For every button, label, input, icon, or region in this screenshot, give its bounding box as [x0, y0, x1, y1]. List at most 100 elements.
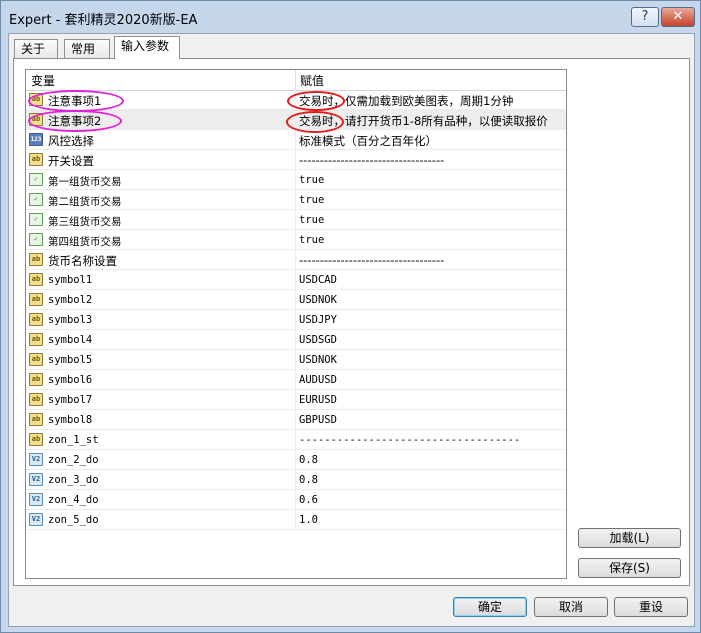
table-row[interactable]: V2 zon_4_do 0.6 — [26, 490, 566, 510]
variable-value[interactable]: USDCAD — [299, 274, 337, 286]
bool-icon: ✓ — [29, 193, 43, 206]
tab-common[interactable]: 常用 — [64, 39, 110, 58]
table-header: 变量 赋值 — [26, 70, 566, 91]
variable-name: zon_1_st — [48, 434, 99, 446]
variable-name: symbol6 — [48, 374, 93, 386]
string-icon: ab — [29, 273, 43, 286]
variable-name: symbol5 — [48, 354, 93, 366]
tab-inputs[interactable]: 输入参数 — [114, 36, 180, 59]
table-row[interactable]: ab 开关设置 ----------------------------------… — [26, 150, 566, 170]
variable-value[interactable]: AUDUSD — [299, 374, 337, 386]
variable-name: zon_4_do — [48, 494, 99, 506]
table-row[interactable]: ab symbol1 USDCAD — [26, 270, 566, 290]
bool-icon: ✓ — [29, 173, 43, 186]
variable-value[interactable]: true — [299, 234, 324, 246]
ok-button[interactable]: 确定 — [453, 597, 527, 617]
variable-name: symbol1 — [48, 274, 93, 286]
window-title: Expert - 套利精灵2020新版-EA — [9, 13, 198, 28]
variable-name: symbol3 — [48, 314, 93, 326]
table-row[interactable]: ✓ 第三组货币交易 true — [26, 210, 566, 230]
load-button[interactable]: 加载(L) — [578, 528, 681, 548]
close-button[interactable]: ✕ — [661, 7, 695, 27]
variable-value[interactable]: USDNOK — [299, 294, 337, 306]
table-row[interactable]: V2 zon_2_do 0.8 — [26, 450, 566, 470]
table-row[interactable]: V2 zon_5_do 1.0 — [26, 510, 566, 530]
variable-value[interactable]: ----------------------------------- — [299, 253, 444, 267]
variable-name: 货币名称设置 — [48, 254, 117, 268]
table-row[interactable]: ab symbol4 USDSGD — [26, 330, 566, 350]
cancel-button[interactable]: 取消 — [534, 597, 608, 617]
help-button[interactable]: ? — [631, 7, 659, 27]
variable-value[interactable]: ----------------------------------- — [299, 153, 444, 167]
annotation-circle-2 — [28, 110, 122, 132]
string-icon: ab — [29, 253, 43, 266]
integer-icon: 123 — [29, 133, 43, 146]
variable-value[interactable]: USDJPY — [299, 314, 337, 326]
string-icon: ab — [29, 333, 43, 346]
variable-name: 第二组货币交易 — [48, 196, 122, 208]
dialog-client: 关于 常用 输入参数 变量 赋值 ab 注意事项1 交易时，仅需加载到欧美图表，周期… — [8, 33, 695, 627]
variable-value[interactable]: EURUSD — [299, 394, 337, 406]
table-row[interactable]: 123 风控选择 标准模式（百分之百年化） — [26, 130, 566, 150]
variable-name: 第四组货币交易 — [48, 236, 122, 248]
variable-value[interactable]: 标准模式（百分之百年化） — [299, 133, 437, 149]
variable-value[interactable]: USDSGD — [299, 334, 337, 346]
inputs-panel: 变量 赋值 ab 注意事项1 交易时，仅需加载到欧美图表，周期1分钟 ab 注意事项2 交… — [13, 58, 690, 586]
variable-name: symbol7 — [48, 394, 93, 406]
variable-name: zon_5_do — [48, 514, 99, 526]
annotation-circle-1 — [28, 90, 124, 112]
save-button[interactable]: 保存(S) — [578, 558, 681, 578]
variable-name: symbol2 — [48, 294, 93, 306]
table-row[interactable]: ✓ 第一组货币交易 true — [26, 170, 566, 190]
variable-name: symbol8 — [48, 414, 93, 426]
reset-button[interactable]: 重设 — [614, 597, 688, 617]
variable-name: 开关设置 — [48, 154, 94, 168]
table-row[interactable]: V2 zon_3_do 0.8 — [26, 470, 566, 490]
table-row[interactable]: ab symbol7 EURUSD — [26, 390, 566, 410]
table-row[interactable]: ✓ 第四组货币交易 true — [26, 230, 566, 250]
string-icon: ab — [29, 353, 43, 366]
string-icon: ab — [29, 393, 43, 406]
variable-name: zon_3_do — [48, 474, 99, 486]
double-icon: V2 — [29, 513, 43, 526]
variable-name: 第一组货币交易 — [48, 176, 122, 188]
string-icon: ab — [29, 313, 43, 326]
table-row[interactable]: ✓ 第二组货币交易 true — [26, 190, 566, 210]
double-icon: V2 — [29, 473, 43, 486]
double-icon: V2 — [29, 453, 43, 466]
annotation-circle-4 — [286, 111, 344, 133]
title-bar[interactable]: Expert - 套利精灵2020新版-EA ? ✕ — [1, 1, 700, 35]
bool-icon: ✓ — [29, 213, 43, 226]
variable-name: 第三组货币交易 — [48, 216, 122, 228]
table-row[interactable]: ab zon_1_st ------------------------------… — [26, 430, 566, 450]
variable-value[interactable]: true — [299, 194, 324, 206]
expert-dialog: Expert - 套利精灵2020新版-EA ? ✕ 关于 常用 输入参数 变量… — [0, 0, 701, 633]
variable-value[interactable]: GBPUSD — [299, 414, 337, 426]
variable-value[interactable]: 0.8 — [299, 474, 318, 486]
variable-value[interactable]: USDNOK — [299, 354, 337, 366]
string-icon: ab — [29, 373, 43, 386]
header-value[interactable]: 赋值 — [300, 72, 324, 89]
table-row[interactable]: ab symbol6 AUDUSD — [26, 370, 566, 390]
string-icon: ab — [29, 413, 43, 426]
string-icon: ab — [29, 153, 43, 166]
table-row[interactable]: ab 货币名称设置 --------------------------------… — [26, 250, 566, 270]
variable-name: 风控选择 — [48, 134, 94, 148]
annotation-circle-3 — [287, 91, 345, 111]
table-row[interactable]: ab symbol2 USDNOK — [26, 290, 566, 310]
table-row[interactable]: ab symbol5 USDNOK — [26, 350, 566, 370]
table-row[interactable]: ab symbol8 GBPUSD — [26, 410, 566, 430]
tab-about[interactable]: 关于 — [14, 39, 58, 58]
header-variable[interactable]: 变量 — [31, 72, 55, 89]
variable-value[interactable]: 0.8 — [299, 454, 318, 466]
variable-value[interactable]: ----------------------------------- — [299, 434, 520, 446]
variable-value[interactable]: 1.0 — [299, 514, 318, 526]
variable-value[interactable]: true — [299, 174, 324, 186]
variable-name: symbol4 — [48, 334, 93, 346]
string-icon: ab — [29, 433, 43, 446]
variable-value[interactable]: true — [299, 214, 324, 226]
table-row[interactable]: ab symbol3 USDJPY — [26, 310, 566, 330]
variable-name: zon_2_do — [48, 454, 99, 466]
variable-value[interactable]: 0.6 — [299, 494, 318, 506]
string-icon: ab — [29, 293, 43, 306]
